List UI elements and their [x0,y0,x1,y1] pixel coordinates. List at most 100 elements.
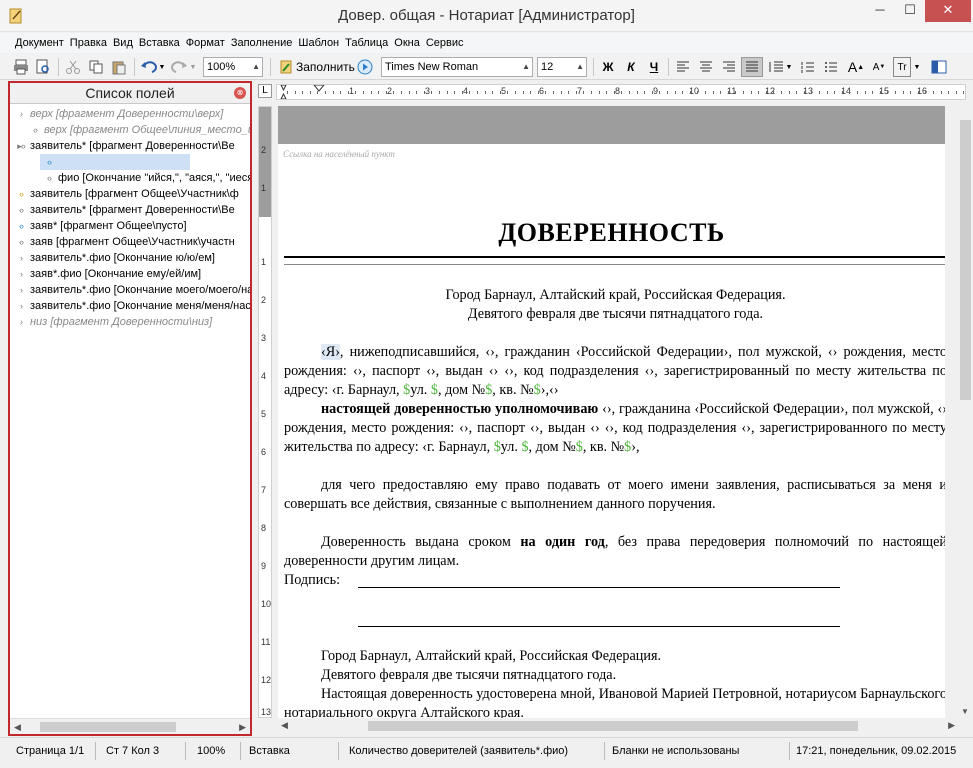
scroll-thumb[interactable] [960,120,971,400]
scroll-thumb[interactable] [368,721,858,731]
align-center-icon[interactable] [695,57,717,77]
font-select[interactable]: Times New Roman ▲ [381,57,533,77]
panel-toggle-icon[interactable] [928,57,950,77]
cut-icon[interactable] [62,57,84,77]
menu-view[interactable]: Вид [110,33,136,53]
ruler-number: 4 [261,371,267,381]
zoom-select[interactable]: 100% ▲ [203,57,263,77]
scroll-thumb[interactable] [40,722,176,732]
menu-table[interactable]: Таблица [342,33,391,53]
tree-item[interactable]: › верх [фрагмент Доверенности\верх] [12,106,223,122]
field-marker[interactable]: $ [431,382,438,398]
tree-item[interactable]: › заяв*.фио [Окончание ему/ей/им] [12,266,201,282]
copy-icon[interactable] [85,57,107,77]
field-marker[interactable]: $ [521,439,528,455]
ruler-number: 1 [349,86,355,96]
ruler-tick [606,91,608,94]
text-style-dropdown-icon[interactable]: ▼ [913,57,921,77]
ruler-tick [864,91,866,94]
font-shrink-icon[interactable]: A ▼ [868,57,890,77]
bold-button[interactable]: Ж [597,57,619,77]
first-line-indent-icon[interactable] [313,85,325,100]
ruler-number: 12 [261,675,272,685]
tree-item[interactable]: › заявитель*.фио [Окончание меня/меня/нас… [12,298,250,314]
close-panel-icon[interactable]: ⊗ [234,87,246,99]
footer-notary: Настоящая доверенность удостоверена мной… [284,686,945,720]
footer-place: Город Барнаул, Алтайский край, Российска… [321,648,662,664]
line-spacing-dropdown-icon[interactable]: ▼ [785,57,793,77]
vertical-ruler[interactable]: 2 1 1 2 3 4 5 6 7 8 9 10 11 12 13 [258,106,272,718]
menu-template[interactable]: Шаблон [295,33,342,53]
menu-windows[interactable]: Окна [391,33,423,53]
align-left-icon[interactable] [672,57,694,77]
field-marker[interactable]: $ [576,439,583,455]
scroll-left-icon[interactable]: ◀ [281,720,288,731]
italic-button[interactable]: К [620,57,642,77]
tree-item[interactable]: › заявитель*.фио [Окончание ю/ю/ем] [12,250,215,266]
menu-service[interactable]: Сервис [423,33,467,53]
horizontal-ruler[interactable]: 1 2 3 4 5 6 7 8 9 10 11 12 13 14 15 16 [276,84,966,100]
bullet-list-icon[interactable] [820,57,842,77]
maximize-button[interactable]: ☐ [895,0,925,22]
menu-format[interactable]: Формат [183,33,228,53]
redo-icon[interactable] [168,57,190,77]
tree-item[interactable]: › низ [фрагмент Доверенности\низ] [12,314,212,330]
tree-item[interactable]: ‹› верх [фрагмент Общее\линия_место_и_д [26,122,250,138]
expand-icon: ▸‹› [17,141,26,151]
scroll-left-icon[interactable]: ◀ [14,719,21,735]
fill-button[interactable]: Заполнить [296,57,355,77]
font-grow-icon[interactable]: A ▲ [845,57,867,77]
field-list-title: Список полей [85,85,175,101]
numbered-list-icon[interactable] [797,57,819,77]
minimize-button[interactable]: ─ [865,0,895,22]
tree-item[interactable]: ‹› заявитель* [фрагмент Доверенности\Ве [12,202,235,218]
ruler-tick [378,91,380,94]
undo-icon[interactable] [138,57,160,77]
menu-insert[interactable]: Вставка [136,33,183,53]
align-right-icon[interactable] [718,57,740,77]
ruler-margin [259,107,271,217]
tree-item[interactable]: ▸‹› заявитель* [фрагмент Доверенности\Ве [12,138,234,154]
font-size-select[interactable]: 12 ▲ [537,57,587,77]
field-tree-hscrollbar[interactable]: ◀ ▶ [10,718,250,734]
close-button[interactable]: ✕ [925,0,971,22]
menu-fill[interactable]: Заполнение [228,33,296,53]
scroll-right-icon[interactable]: ▶ [948,720,955,731]
document-page[interactable]: Ссылка на населённый пункт ДОВЕРЕННОСТЬ … [278,106,945,720]
ruler-tick [849,91,851,94]
play-icon[interactable] [354,57,376,77]
ruler-tick [340,91,342,94]
menu-document[interactable]: Документ [12,33,67,53]
tree-item[interactable]: ‹› фио [Окончание "ийся,", "аяся,", "иеся [40,170,250,186]
line-spacing-icon[interactable] [765,57,787,77]
field-marker[interactable]: $ [534,382,541,398]
text-style-icon[interactable]: Tr [893,57,911,77]
undo-dropdown-icon[interactable]: ▼ [158,57,166,77]
scroll-right-icon[interactable]: ▶ [239,719,246,735]
fill-icon[interactable] [275,57,297,77]
tree-item[interactable]: ‹› заявитель [фрагмент Общее\Участник\ф [12,186,239,202]
menu-edit[interactable]: Правка [67,33,110,53]
align-justify-icon[interactable] [741,57,763,77]
ruler-tick [872,91,874,94]
scroll-down-icon[interactable]: ▼ [961,707,969,716]
field-list-panel: Список полей ⊗ › верх [фрагмент Доверенно… [8,81,252,736]
ruler-tick [826,91,828,94]
print-preview-icon[interactable] [32,57,54,77]
tree-item[interactable]: ‹› заяв* [фрагмент Общее\пусто] [12,218,187,234]
tree-item-selected[interactable]: ‹› [40,154,190,170]
print-icon[interactable] [10,57,32,77]
field-ya[interactable]: ‹Я› [321,344,340,360]
ruler-number: 11 [261,637,271,647]
tree-item[interactable]: › заявитель*.фио [Окончание моего/моего/н… [12,282,250,298]
document-hscrollbar[interactable]: ◀ ▶ [278,718,958,734]
ruler-tick [720,91,722,94]
field-marker[interactable]: $ [494,439,501,455]
paste-icon[interactable] [108,57,130,77]
document-vscrollbar[interactable]: ▼ [958,106,973,718]
tree-item[interactable]: ‹› заяв [фрагмент Общее\Участник\участн [12,234,235,250]
underline-button[interactable]: Ч [643,57,665,77]
redo-dropdown-icon[interactable]: ▼ [189,57,197,77]
tab-stop-selector[interactable]: L [258,84,272,98]
document-heading: ДОВЕРЕННОСТЬ [498,218,725,247]
